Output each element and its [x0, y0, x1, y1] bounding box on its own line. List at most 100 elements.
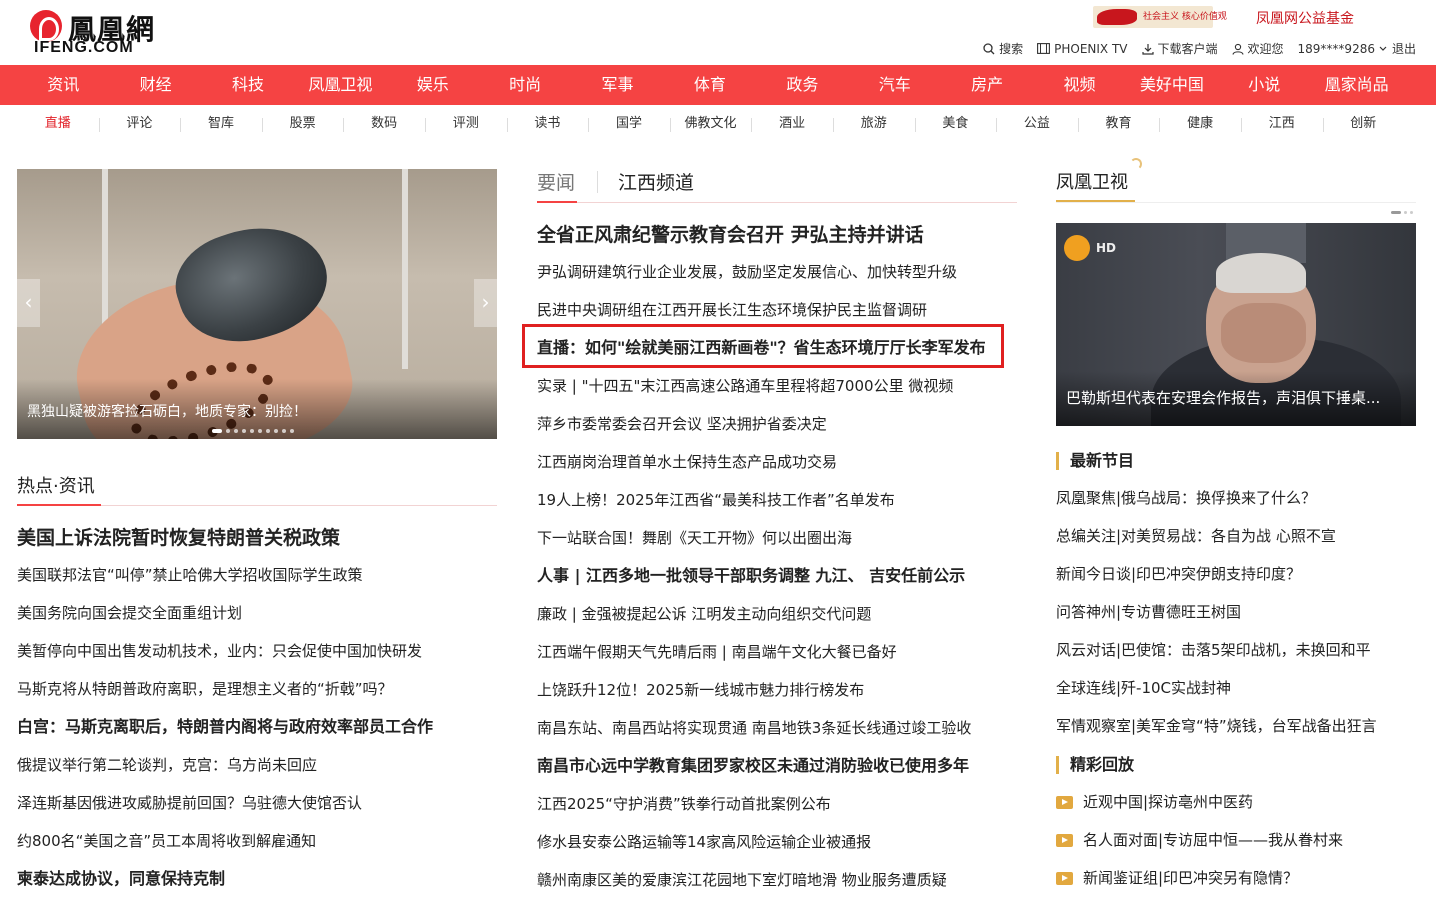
- slide-caption[interactable]: 黑独山疑被游客捡石砺白，地质专家：别捡！: [27, 401, 307, 421]
- core-values-banner[interactable]: 社会主义 核心价值观: [1093, 6, 1227, 28]
- sub-nav-education[interactable]: 教育: [1077, 105, 1160, 143]
- nav-item-finance[interactable]: 财经: [109, 65, 201, 105]
- hot-news-item[interactable]: 美国联邦法官“叫停”禁止哈佛大学招收国际学生政策: [17, 556, 497, 594]
- center-news-item[interactable]: 19人上榜！2025年江西省“最美科技工作者”名单发布: [537, 481, 1017, 519]
- sub-nav-review[interactable]: 评测: [424, 105, 507, 143]
- slider-next-button[interactable]: ›: [474, 279, 497, 327]
- sub-nav-charity[interactable]: 公益: [996, 105, 1078, 143]
- slider-dot[interactable]: [290, 429, 294, 433]
- hot-news-item[interactable]: 约800名“美国之音”员工本周将收到解雇通知: [17, 822, 497, 860]
- slider-dot[interactable]: [234, 429, 238, 433]
- hot-news-lead[interactable]: 美国上诉法院暂时恢复特朗普关税政策: [17, 520, 497, 556]
- tv-dot[interactable]: [1410, 211, 1413, 214]
- hot-news-item[interactable]: 马斯克将从特朗普政府离职，是理想主义者的“折戟”吗？: [17, 670, 497, 708]
- nav-item-auto[interactable]: 汽车: [849, 65, 941, 105]
- center-news-item[interactable]: 修水县安泰公路运输等14家高风险运输企业被通报: [537, 823, 1017, 861]
- program-item[interactable]: 凤凰聚焦|俄乌战局：换俘换来了什么？: [1056, 479, 1421, 517]
- tab-top-news[interactable]: 要闻: [537, 168, 575, 195]
- program-item[interactable]: 新闻今日谈|印巴冲突伊朗支持印度？: [1056, 555, 1421, 593]
- center-news-item[interactable]: 南昌东站、南昌西站将实现贯通 南昌地铁3条延长线通过竣工验收: [537, 709, 1017, 747]
- center-news-item[interactable]: 上饶跃升12位！2025新一线城市魅力排行榜发布: [537, 671, 1017, 709]
- center-news-item[interactable]: 实录 | "十四五"末江西高速公路通车里程将超7000公里 微视频: [537, 367, 1017, 405]
- hot-news-item[interactable]: 美暂停向中国出售发动机技术，业内：只会促使中国加快研发: [17, 632, 497, 670]
- center-news-item[interactable]: 江西端午假期天气先晴后雨 | 南昌端午文化大餐已备好: [537, 633, 1017, 671]
- sub-nav-liquor[interactable]: 酒业: [751, 105, 833, 143]
- sub-nav-live[interactable]: 直播: [17, 105, 99, 143]
- nav-item-beautiful-china[interactable]: 美好中国: [1126, 65, 1218, 105]
- search-link[interactable]: 搜索: [983, 40, 1023, 57]
- sub-nav-innovation[interactable]: 创新: [1322, 105, 1405, 143]
- sub-nav-buddhism[interactable]: 佛教文化: [669, 105, 752, 143]
- tv-dot[interactable]: [1404, 211, 1407, 214]
- sub-nav-comment[interactable]: 评论: [98, 105, 181, 143]
- center-news-item[interactable]: 江西崩岗治理首单水土保持生态产品成功交易: [537, 443, 1017, 481]
- nav-item-military[interactable]: 军事: [571, 65, 663, 105]
- slider-dot[interactable]: [266, 429, 270, 433]
- sub-nav-think-tank[interactable]: 智库: [180, 105, 262, 143]
- program-item[interactable]: 总编关注|对美贸易战：各自为战 心照不宣: [1056, 517, 1421, 555]
- slider-dot[interactable]: [242, 429, 246, 433]
- sub-nav-reading[interactable]: 读书: [506, 105, 589, 143]
- tab-jiangxi-channel[interactable]: 江西频道: [618, 168, 694, 195]
- user-account-menu[interactable]: 189****9286: [1298, 42, 1388, 56]
- program-item[interactable]: 问答神州|专访曹德旺王树国: [1056, 593, 1421, 631]
- nav-item-government[interactable]: 政务: [756, 65, 848, 105]
- center-news-item[interactable]: 人事 | 江西多地一批领导干部职务调整 九江、 吉安任前公示: [537, 557, 1017, 595]
- charity-fund-banner[interactable]: 凤凰网公益基金: [1256, 8, 1354, 28]
- replay-item[interactable]: 新闻鉴证组|印巴冲突另有隐情？: [1056, 859, 1421, 897]
- hot-news-item[interactable]: 泽连斯基因俄进攻威胁提前回国？乌驻德大使馆否认: [17, 784, 497, 822]
- nav-item-video[interactable]: 视频: [1033, 65, 1125, 105]
- hot-news-item[interactable]: 白宫：马斯克离职后，特朗普内阁将与政府效率部员工合作: [17, 708, 497, 746]
- sub-nav-jiangxi[interactable]: 江西: [1240, 105, 1323, 143]
- slider-dot[interactable]: [258, 429, 262, 433]
- tv-video-thumbnail[interactable]: HD 巴勒斯坦代表在安理会作报告，声泪俱下捶桌...: [1056, 223, 1416, 426]
- nav-item-entertainment[interactable]: 娱乐: [387, 65, 479, 105]
- replay-item[interactable]: 近观中国|探访亳州中医药: [1056, 783, 1421, 821]
- headline-slider[interactable]: 黑独山疑被游客捡石砺白，地质专家：别捡！ ‹ ›: [17, 169, 497, 439]
- center-news-item[interactable]: 下一站联合国！舞剧《天工开物》何以出圈出海: [537, 519, 1017, 557]
- sub-nav-health[interactable]: 健康: [1159, 105, 1241, 143]
- center-news-item[interactable]: 江西2025“守护消费”铁拳行动首批案例公布: [537, 785, 1017, 823]
- slider-prev-button[interactable]: ‹: [17, 279, 40, 327]
- center-news-lead[interactable]: 全省正风肃纪警示教育会召开 尹弘主持并讲话: [537, 217, 1017, 253]
- program-item[interactable]: 军情观察室|美军金穹“特”烧钱，台军战备出狂言: [1056, 707, 1421, 745]
- slider-dot[interactable]: [274, 429, 278, 433]
- slider-dot[interactable]: [250, 429, 254, 433]
- hot-news-item[interactable]: 美国务院向国会提交全面重组计划: [17, 594, 497, 632]
- sub-nav-stocks[interactable]: 股票: [261, 105, 344, 143]
- video-caption[interactable]: 巴勒斯坦代表在安理会作报告，声泪俱下捶桌...: [1066, 387, 1406, 408]
- nav-item-shop[interactable]: 凰家尚品: [1310, 65, 1402, 105]
- ifeng-logo[interactable]: 鳳凰網 IFENG.COM: [30, 8, 170, 58]
- center-news-item[interactable]: 尹弘调研建筑行业企业发展，鼓励坚定发展信心、加快转型升级: [537, 253, 1017, 291]
- program-item[interactable]: 风云对话|巴使馆：击落5架印战机，未换回和平: [1056, 631, 1421, 669]
- sub-nav-guoxue[interactable]: 国学: [588, 105, 670, 143]
- sub-nav-digital[interactable]: 数码: [343, 105, 425, 143]
- slider-dot[interactable]: [212, 429, 222, 433]
- phoenix-tv-title[interactable]: 凤凰卫视: [1056, 168, 1128, 194]
- nav-item-news[interactable]: 资讯: [17, 65, 109, 105]
- nav-item-house[interactable]: 房产: [941, 65, 1033, 105]
- sub-nav-food[interactable]: 美食: [914, 105, 997, 143]
- welcome-link[interactable]: 欢迎您: [1231, 40, 1284, 57]
- hot-news-item[interactable]: 俄提议举行第二轮谈判，克宫：乌方尚未回应: [17, 746, 497, 784]
- nav-item-fashion[interactable]: 时尚: [479, 65, 571, 105]
- nav-item-phoenix-tv[interactable]: 凤凰卫视: [294, 65, 386, 105]
- slider-dot[interactable]: [282, 429, 286, 433]
- center-news-item[interactable]: 南昌市心远中学教育集团罗家校区未通过消防验收已使用多年: [537, 747, 1017, 785]
- center-news-item[interactable]: 萍乡市委常委会召开会议 坚决拥护省委决定: [537, 405, 1017, 443]
- nav-item-sports[interactable]: 体育: [664, 65, 756, 105]
- nav-item-tech[interactable]: 科技: [202, 65, 294, 105]
- center-news-item[interactable]: 廉政 | 金强被提起公诉 江明发主动向组织交代问题: [537, 595, 1017, 633]
- nav-item-novel[interactable]: 小说: [1218, 65, 1310, 105]
- tv-dot[interactable]: [1391, 211, 1401, 214]
- phoenix-tv-link[interactable]: PHOENIX TV: [1037, 42, 1128, 56]
- hot-news-title[interactable]: 热点·资讯: [17, 472, 95, 498]
- logout-link[interactable]: 退出: [1392, 40, 1416, 57]
- replay-item[interactable]: 名人面对面|专访屈中恒——我从眷村来: [1056, 821, 1421, 859]
- program-item[interactable]: 全球连线|歼-10C实战封神: [1056, 669, 1421, 707]
- hot-news-item[interactable]: 柬泰达成协议，同意保持克制: [17, 860, 497, 898]
- center-news-item[interactable]: 赣州南康区美的爱康滨江花园地下室灯暗地滑 物业服务遭质疑: [537, 861, 1017, 899]
- download-app-link[interactable]: 下载客户端: [1141, 40, 1218, 57]
- slider-dot[interactable]: [226, 429, 230, 433]
- sub-nav-travel[interactable]: 旅游: [832, 105, 915, 143]
